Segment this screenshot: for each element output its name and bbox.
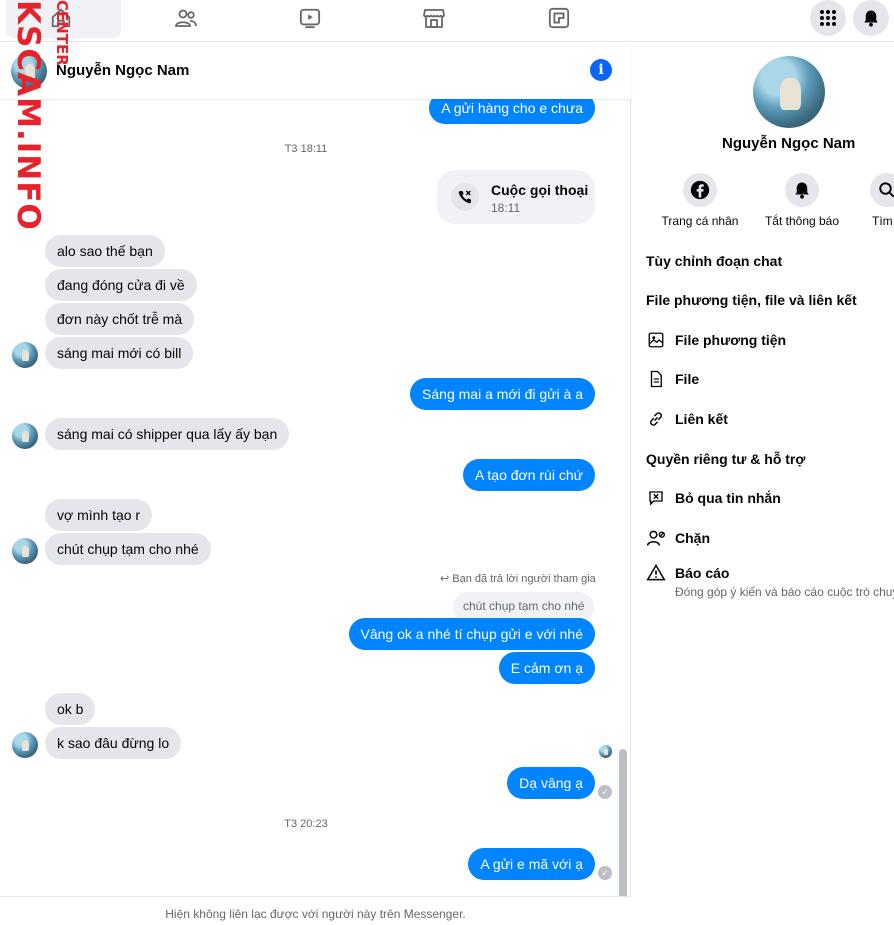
call-title: Cuộc gọi thoại (491, 182, 589, 198)
missed-call-icon (451, 183, 479, 211)
warning-icon (646, 563, 666, 583)
message-incoming[interactable]: ok b (45, 693, 96, 725)
media-item-label: File phương tiện (675, 332, 787, 348)
sent-check-icon: ✓ (598, 785, 612, 799)
customize-chat-section[interactable]: Tùy chỉnh đoạn chat (646, 253, 782, 269)
message-incoming[interactable]: sáng mai mới có bill (45, 337, 194, 369)
sender-avatar[interactable] (12, 423, 38, 449)
menu-grid-icon[interactable] (810, 0, 846, 36)
privacy-support-section[interactable]: Quyền riêng tư & hỗ trợ (646, 451, 805, 467)
media-item[interactable]: File phương tiện (646, 330, 886, 354)
ignore-messages-label: Bỏ qua tin nhắn (675, 490, 781, 506)
links-item-label: Liên kết (675, 411, 728, 427)
file-icon (646, 369, 666, 389)
message-incoming[interactable]: chút chụp tạm cho nhé (45, 533, 211, 565)
top-navigation (0, 0, 894, 42)
message-incoming[interactable]: k sao đâu đừng lo (45, 727, 182, 759)
watch-icon[interactable] (297, 5, 323, 31)
search-button[interactable]: Tìm k (842, 173, 894, 228)
message-incoming[interactable]: alo sao thế bạn (45, 235, 165, 267)
reply-label-text: Bạn đã trả lời người tham gia (452, 573, 596, 585)
block-user-icon (646, 528, 666, 548)
block-label: Chặn (675, 530, 710, 546)
bell-icon (785, 173, 819, 207)
search-button-label: Tìm k (872, 214, 894, 228)
sender-avatar[interactable] (12, 732, 38, 758)
link-icon (646, 409, 666, 429)
message-outgoing[interactable]: A gửi e mã với ạ (468, 848, 595, 880)
message-incoming[interactable]: đơn này chốt trễ mà (45, 303, 195, 335)
call-time: 18:11 (491, 201, 521, 215)
unavailable-notice: Hiện không liên lạc được với người này t… (0, 896, 631, 925)
timestamp: T3 20:23 (284, 818, 328, 830)
report-item[interactable]: Báo cáo Đóng góp ý kiến và báo cáo cuộc … (646, 563, 894, 603)
sender-avatar[interactable] (12, 538, 38, 564)
info-icon[interactable]: i (590, 59, 612, 81)
profile-avatar[interactable] (753, 56, 825, 128)
links-item[interactable]: Liên kết (646, 409, 886, 433)
home-icon[interactable] (48, 5, 74, 31)
reply-indicator: ↩ Bạn đã trả lời người tham gia (440, 572, 596, 585)
sender-avatar[interactable] (12, 342, 38, 368)
reply-arrow-icon: ↩ (440, 573, 450, 585)
chat-header: Nguyễn Ngọc Nam i (0, 42, 631, 99)
conversation-info-panel: Nguyễn Ngọc Nam Trang cá nhân Tắt thông … (632, 42, 894, 925)
seen-avatar (599, 745, 612, 758)
search-icon (870, 173, 894, 207)
message-incoming[interactable]: vợ mình tạo r (45, 499, 153, 531)
mute-button[interactable]: Tắt thông báo (757, 173, 847, 228)
ignore-messages-item[interactable]: Bỏ qua tin nhắn (646, 488, 886, 512)
message-outgoing[interactable]: Vâng ok a nhé tí chụp gửi e với nhé (348, 618, 595, 650)
file-item[interactable]: File (646, 369, 886, 393)
message-incoming[interactable]: đang đóng cửa đi về (45, 269, 197, 301)
notifications-icon[interactable] (853, 0, 889, 36)
mute-button-label: Tắt thông báo (764, 214, 840, 228)
media-files-links-section[interactable]: File phương tiện, file và liên kết (646, 292, 857, 308)
contact-avatar[interactable] (11, 53, 47, 89)
message-outgoing[interactable]: Dạ vâng ạ (507, 767, 595, 799)
profile-button-label: Trang cá nhân (661, 214, 739, 228)
friends-icon[interactable] (173, 5, 199, 31)
ignore-message-icon (646, 488, 666, 508)
message-outgoing[interactable]: E cảm ơn ạ (498, 652, 595, 684)
message-outgoing[interactable]: A tạo đơn rùi chứ (462, 459, 595, 491)
image-icon (646, 330, 666, 350)
gaming-icon[interactable] (546, 5, 572, 31)
profile-button[interactable]: Trang cá nhân (655, 173, 745, 228)
message-incoming[interactable]: sáng mai có shipper qua lấy ấy bạn (45, 418, 290, 450)
profile-name: Nguyễn Ngọc Nam (722, 135, 856, 152)
timestamp: T3 18:11 (284, 143, 328, 155)
facebook-icon (683, 173, 717, 207)
marketplace-icon[interactable] (421, 5, 447, 31)
sent-check-icon: ✓ (598, 866, 612, 880)
block-item[interactable]: Chặn (646, 528, 886, 552)
message-outgoing[interactable]: Sáng mai a mới đi gửi à a (410, 378, 595, 410)
report-label: Báo cáo (675, 565, 730, 581)
report-description: Đóng góp ý kiến và báo cáo cuộc trò chuy… (675, 585, 894, 599)
voice-call-card[interactable]: Cuộc gọi thoại 18:11 (437, 170, 595, 224)
file-item-label: File (675, 371, 700, 387)
contact-name[interactable]: Nguyễn Ngọc Nam (56, 62, 189, 79)
